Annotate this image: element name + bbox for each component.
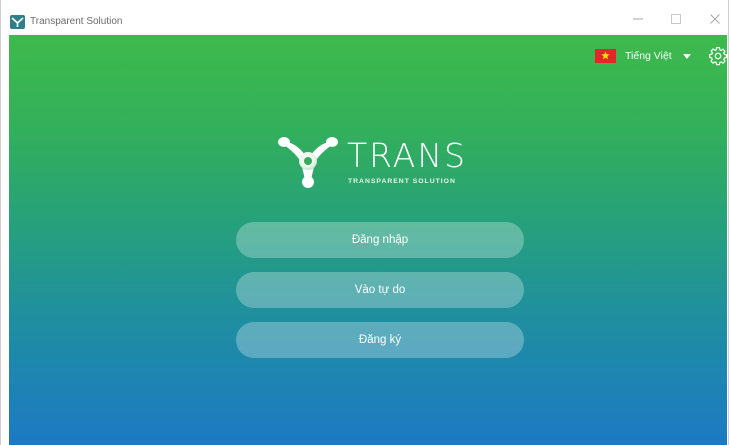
vietnam-flag-icon xyxy=(595,49,616,63)
register-button[interactable]: Đăng ký xyxy=(236,322,524,358)
brand-name: TRANS xyxy=(347,136,467,175)
free-entry-button[interactable]: Vào tự do xyxy=(236,272,524,308)
window-title: Transparent Solution xyxy=(30,16,123,27)
language-label: Tiếng Việt xyxy=(625,50,672,62)
close-icon xyxy=(710,14,720,24)
trans-logo-icon xyxy=(278,137,338,188)
maximize-button[interactable] xyxy=(654,6,698,32)
maximize-icon xyxy=(671,14,681,24)
close-button[interactable] xyxy=(693,6,729,32)
brand-logo: TRANS TRANSPARENT SOLUTION xyxy=(277,132,487,192)
gear-icon xyxy=(709,47,727,66)
title-bar[interactable]: Transparent Solution xyxy=(1,0,728,35)
settings-button[interactable] xyxy=(708,46,727,66)
app-logo-icon xyxy=(10,15,25,29)
minimize-icon xyxy=(633,18,643,20)
app-window: Transparent Solution Tiếng Việt TRANS TR… xyxy=(0,0,729,445)
brand-tagline: TRANSPARENT SOLUTION xyxy=(348,178,456,185)
welcome-screen: Tiếng Việt TRANS TRANSPARENT SOLUTION Đă… xyxy=(9,35,727,445)
login-button[interactable]: Đăng nhập xyxy=(236,222,524,258)
language-selector[interactable]: Tiếng Việt xyxy=(595,46,691,66)
caret-down-icon xyxy=(682,53,691,59)
